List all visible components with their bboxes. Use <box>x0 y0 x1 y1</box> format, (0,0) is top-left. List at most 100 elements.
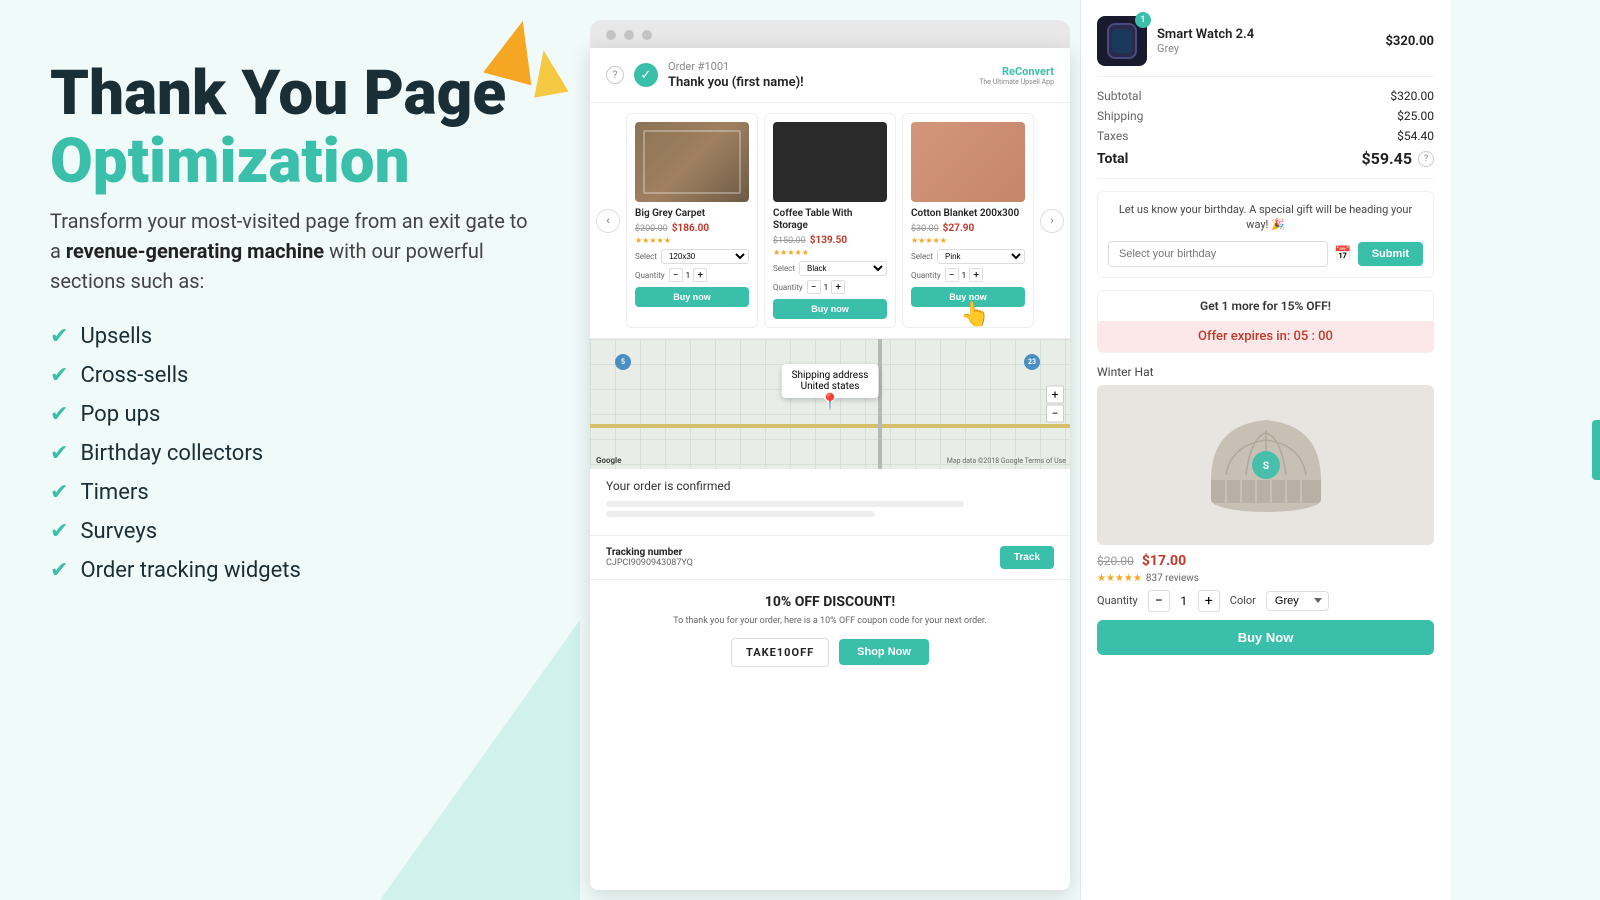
hat-qty-plus[interactable]: + <box>1198 590 1220 612</box>
blanket-select[interactable]: Pink <box>937 249 1025 264</box>
taxes-row: Taxes $54.40 <box>1097 129 1434 143</box>
submit-button[interactable]: Submit <box>1358 242 1423 266</box>
feature-upsells: ✔ Upsells <box>50 324 530 349</box>
cursor-icon: 👆 <box>960 300 990 328</box>
blanket-price-old: $30.00 <box>911 224 939 234</box>
carpet-qty-row: Quantity − 1 + <box>635 268 749 282</box>
map-zoom-out[interactable]: − <box>1046 405 1064 423</box>
teal-edge-decoration <box>1592 420 1600 480</box>
shipping-label: Shipping <box>1097 109 1143 123</box>
blanket-qty-minus[interactable]: − <box>945 268 959 282</box>
shop-now-button[interactable]: Shop Now <box>839 639 929 665</box>
feature-birthday: ✔Birthday collectors <box>50 441 530 466</box>
map-zoom-controls: + − <box>1046 386 1064 423</box>
table-qty-value: 1 <box>824 283 829 292</box>
carpet-select[interactable]: 120x30 <box>661 249 749 264</box>
discount-title: 10% OFF DISCOUNT! <box>606 594 1054 610</box>
carpet-image <box>635 122 749 202</box>
offer-timer: Offer expires in: 05 : 00 <box>1098 321 1433 352</box>
carpet-qty-minus[interactable]: − <box>669 268 683 282</box>
title-line2: Optimization <box>50 125 410 198</box>
order-summary-header: 1 Smart Watch 2.4 Grey $320.00 <box>1097 16 1434 77</box>
hat-reviews: 837 reviews <box>1146 573 1199 584</box>
check-icon-2: ✔ <box>50 363 68 388</box>
watch-face <box>1107 23 1137 59</box>
table-qty-control: − 1 + <box>807 280 846 294</box>
track-button[interactable]: Track <box>1000 546 1054 569</box>
hat-price-old: $20.00 <box>1097 554 1134 568</box>
check-icon-1: ✔ <box>50 324 68 349</box>
carpet-buy-button[interactable]: Buy now <box>635 287 749 307</box>
map-zoom-in[interactable]: + <box>1046 386 1064 404</box>
birthday-input-row: 📅 Submit <box>1108 241 1423 267</box>
map-pin: 📍 <box>820 392 840 411</box>
calendar-icon[interactable]: 📅 <box>1334 246 1351 262</box>
birthday-input[interactable] <box>1108 241 1328 267</box>
table-image <box>773 122 887 202</box>
hat-qty-control: − 1 + <box>1148 590 1220 612</box>
feature-popups: ✔Pop ups <box>50 402 530 427</box>
table-select-row: Select Black <box>773 261 887 276</box>
tracking-label: Tracking number <box>606 547 693 558</box>
blanket-qty-label: Quantity <box>911 271 941 280</box>
hat-qty-minus[interactable]: − <box>1148 590 1170 612</box>
hat-section: Winter Hat <box>1097 365 1434 655</box>
blanket-qty-control: − 1 + <box>945 268 984 282</box>
google-maps-label: Google <box>596 456 622 465</box>
main-title: Thank You Page Optimization <box>50 60 530 196</box>
blanket-price-new: $27.90 <box>943 223 975 234</box>
highway-badge-2: 5 <box>615 354 631 370</box>
buy-now-button[interactable]: Buy Now <box>1097 620 1434 655</box>
shipping-value: $25.00 <box>1397 109 1434 123</box>
feature-crosssells: ✔Cross-sells <box>50 363 530 388</box>
products-carousel: ‹ Big Grey Carpet $200.00 $186.00 ★★★★★ … <box>590 103 1070 339</box>
brand-sub: The Ultimate Upsell App <box>979 78 1054 86</box>
check-icon-5: ✔ <box>50 480 68 505</box>
browser-dot-1 <box>606 30 616 40</box>
carpet-qty-plus[interactable]: + <box>693 268 707 282</box>
hat-svg: S <box>1196 395 1336 535</box>
table-qty-plus[interactable]: + <box>831 280 845 294</box>
hat-color-select[interactable]: Grey Black White <box>1266 591 1329 611</box>
svg-text:S: S <box>1262 461 1268 472</box>
discount-section: 10% OFF DISCOUNT! To thank you for your … <box>590 580 1070 681</box>
hat-image: S <box>1097 385 1434 545</box>
blanket-select-label: Select <box>911 252 933 261</box>
blanket-stars: ★★★★★ <box>911 236 1025 245</box>
product-card-table: Coffee Table With Storage $150.00 $139.5… <box>764 113 896 328</box>
check-icon-4: ✔ <box>50 441 68 466</box>
table-price-new: $139.50 <box>810 235 847 246</box>
subtotal-value: $320.00 <box>1390 89 1434 103</box>
order-number: Order #1001 <box>668 60 804 73</box>
table-select[interactable]: Black <box>799 261 887 276</box>
products-row: Big Grey Carpet $200.00 $186.00 ★★★★★ Se… <box>590 113 1070 328</box>
coupon-code: TAKE10OFF <box>731 638 829 667</box>
table-select-label: Select <box>773 264 795 273</box>
table-stars: ★★★★★ <box>773 248 887 257</box>
shipping-row: Shipping $25.00 <box>1097 109 1434 123</box>
carousel-prev-button[interactable]: ‹ <box>596 209 620 233</box>
hat-stars-row: ★★★★★ 837 reviews <box>1097 573 1434 584</box>
table-buy-button[interactable]: Buy now <box>773 299 887 319</box>
feature-label-6: Surveys <box>80 519 157 544</box>
total-row: Total $59.45 ? <box>1097 149 1434 168</box>
browser-dot-3 <box>642 30 652 40</box>
total-info-icon[interactable]: ? <box>1418 151 1434 167</box>
discount-description: To thank you for your order, here is a 1… <box>606 615 1054 628</box>
table-qty-minus[interactable]: − <box>807 280 821 294</box>
map-road-vertical <box>878 339 882 469</box>
birthday-text: Let us know your birthday. A special gif… <box>1108 202 1423 233</box>
hat-stars: ★★★★★ <box>1097 573 1142 584</box>
feature-label-7: Order tracking widgets <box>80 558 300 583</box>
feature-label-1: Upsells <box>80 324 152 349</box>
total-label: Total <box>1097 151 1128 167</box>
hat-label: Winter Hat <box>1097 365 1434 379</box>
blanket-qty-plus[interactable]: + <box>969 268 983 282</box>
birthday-section: Let us know your birthday. A special gif… <box>1097 191 1434 278</box>
carousel-next-button[interactable]: › <box>1040 209 1064 233</box>
map-road-horizontal <box>590 424 1070 428</box>
feature-surveys: ✔Surveys <box>50 519 530 544</box>
discount-actions: TAKE10OFF Shop Now <box>606 638 1054 667</box>
order-info: Order #1001 Thank you (first name)! <box>668 60 804 90</box>
help-icon[interactable]: ? <box>606 66 624 84</box>
